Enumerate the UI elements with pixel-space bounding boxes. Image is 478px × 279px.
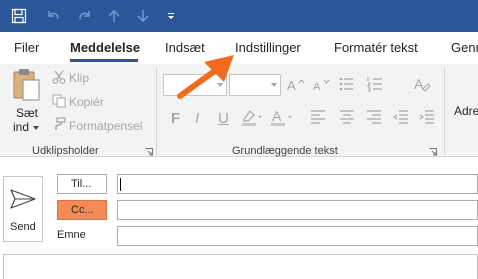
format-painter-icon — [52, 117, 66, 131]
to-button[interactable]: Til... — [57, 174, 107, 194]
format-painter-button[interactable]: Formatpensel — [69, 119, 142, 133]
paste-button[interactable] — [11, 68, 41, 108]
decrease-indent-icon[interactable] — [393, 110, 409, 124]
address-book-button[interactable]: Adre — [454, 104, 478, 118]
arrow-down-icon[interactable] — [132, 5, 154, 27]
cut-button[interactable]: Klip — [69, 71, 89, 85]
grow-font-icon[interactable]: A — [287, 78, 305, 92]
increase-indent-icon[interactable] — [419, 110, 435, 124]
active-tab-indicator — [70, 59, 138, 62]
svg-text:A: A — [313, 81, 321, 92]
bold-button[interactable]: F — [171, 110, 180, 127]
send-label: Send — [10, 221, 36, 233]
tab-indstillinger[interactable]: Indstillinger — [235, 40, 301, 55]
chevron-down-icon — [271, 83, 277, 87]
message-body[interactable] — [3, 254, 478, 279]
group-separator — [444, 67, 445, 155]
text-cursor — [120, 178, 121, 191]
copy-icon — [52, 94, 66, 108]
save-icon[interactable] — [8, 5, 30, 27]
align-center-icon[interactable] — [339, 110, 355, 124]
clear-formatting-icon[interactable]: A — [413, 75, 431, 93]
arrow-up-icon[interactable] — [103, 5, 125, 27]
clipboard-group-label: Udklipsholder — [32, 145, 99, 157]
highlight-color-icon[interactable] — [241, 108, 263, 126]
paste-label: Sæt — [16, 106, 39, 120]
align-right-icon[interactable] — [366, 110, 382, 124]
subject-field[interactable] — [117, 226, 478, 246]
italic-button[interactable]: I — [195, 110, 199, 127]
tab-filer[interactable]: Filer — [14, 40, 39, 55]
send-icon — [10, 189, 36, 209]
cc-button[interactable]: Cc... — [57, 200, 107, 220]
paste-label-2[interactable]: ind — [13, 120, 29, 134]
paste-dropdown-icon[interactable] — [33, 126, 39, 130]
bullets-icon[interactable] — [339, 76, 357, 92]
group-separator — [156, 67, 157, 155]
shrink-font-icon[interactable]: A — [313, 78, 331, 92]
title-bar — [0, 0, 478, 32]
annotation-arrow-icon — [177, 55, 234, 99]
svg-text:A: A — [287, 78, 296, 92]
paste-icon — [13, 69, 40, 101]
subject-label: Emne — [57, 229, 86, 241]
send-button[interactable]: Send — [3, 176, 43, 242]
font-color-icon[interactable]: A — [270, 108, 294, 126]
redo-icon[interactable] — [74, 5, 96, 27]
tab-gennemse[interactable]: Genn — [451, 40, 478, 55]
to-field[interactable] — [117, 174, 478, 194]
underline-button[interactable]: U — [218, 110, 229, 127]
numbering-icon[interactable] — [367, 76, 385, 92]
basic-text-group-label: Grundlæggende tekst — [232, 145, 338, 157]
align-left-icon[interactable] — [310, 110, 326, 124]
basic-text-launcher-icon[interactable] — [429, 148, 437, 156]
undo-icon[interactable] — [42, 5, 64, 27]
tab-formater-tekst[interactable]: Formatér tekst — [334, 40, 418, 55]
svg-text:A: A — [272, 108, 282, 124]
tab-meddelelse[interactable]: Meddelelse — [70, 40, 140, 55]
clipboard-launcher-icon[interactable] — [145, 148, 153, 156]
svg-text:A: A — [414, 76, 424, 92]
copy-button[interactable]: Kopiér — [69, 95, 104, 109]
customize-qat-icon[interactable] — [160, 5, 182, 27]
scissors-icon — [52, 70, 66, 84]
cc-field[interactable] — [117, 200, 478, 220]
